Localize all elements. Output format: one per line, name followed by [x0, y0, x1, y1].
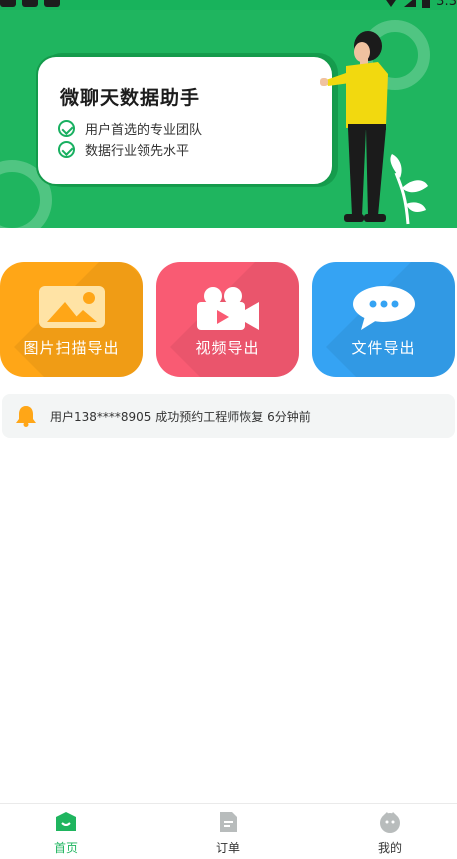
feature-text: 用户首选的专业团队 — [85, 123, 203, 138]
banner-title: 微聊天数据助手 — [60, 87, 201, 109]
tile-label: 图片扫描导出 — [23, 339, 120, 357]
status-icons-right: 3:3 — [384, 0, 457, 9]
check-icon — [58, 120, 75, 137]
status-time: 3:3 — [436, 0, 457, 9]
feature-item: 用户首选的专业团队 — [58, 119, 202, 138]
nav-item-home[interactable]: 首页 — [26, 811, 106, 856]
bottom-nav: 首页 订单 我的 — [0, 803, 457, 859]
nav-item-orders[interactable]: 订单 — [188, 811, 268, 856]
nav-label: 首页 — [53, 841, 78, 855]
notification-icon — [22, 0, 38, 7]
tile-label: 文件导出 — [351, 339, 416, 357]
feature-text: 数据行业领先水平 — [85, 144, 190, 159]
nav-label: 订单 — [215, 841, 240, 855]
notification-icon — [44, 0, 60, 7]
status-icons-left — [0, 0, 60, 7]
home-icon — [56, 812, 76, 831]
check-icon — [58, 141, 75, 158]
nav-label: 我的 — [377, 841, 402, 855]
tile-file-export[interactable]: 文件导出 — [312, 262, 455, 377]
nav-item-profile[interactable]: 我的 — [350, 811, 430, 856]
banner-card: 微聊天数据助手 用户首选的专业团队 数据行业领先水平 — [36, 55, 334, 186]
tile-image-scan-export[interactable]: 图片扫描导出 — [0, 262, 143, 377]
feature-item: 数据行业领先水平 — [58, 140, 189, 159]
order-icon — [220, 812, 237, 832]
image-icon — [38, 286, 105, 328]
signal-icon — [404, 0, 417, 7]
wifi-icon — [386, 0, 396, 7]
notification-icon — [0, 0, 16, 7]
notice-bar: 用户138****8905 成功预约工程师恢复 6分钟前 — [2, 394, 455, 438]
person-illustration — [320, 31, 428, 225]
tile-video-export[interactable]: 视频导出 — [156, 262, 299, 377]
header-banner: 微聊天数据助手 用户首选的专业团队 数据行业领先水平 — [0, 0, 457, 228]
notice-text: 用户138****8905 成功预约工程师恢复 6分钟前 — [50, 410, 311, 424]
battery-icon — [422, 0, 431, 8]
chat-bubble-icon — [352, 286, 415, 330]
bell-icon — [16, 406, 36, 427]
video-camera-icon — [196, 287, 259, 330]
status-bar: 3:3 — [0, 0, 457, 10]
tile-label: 视频导出 — [195, 339, 260, 357]
profile-icon — [380, 812, 400, 833]
